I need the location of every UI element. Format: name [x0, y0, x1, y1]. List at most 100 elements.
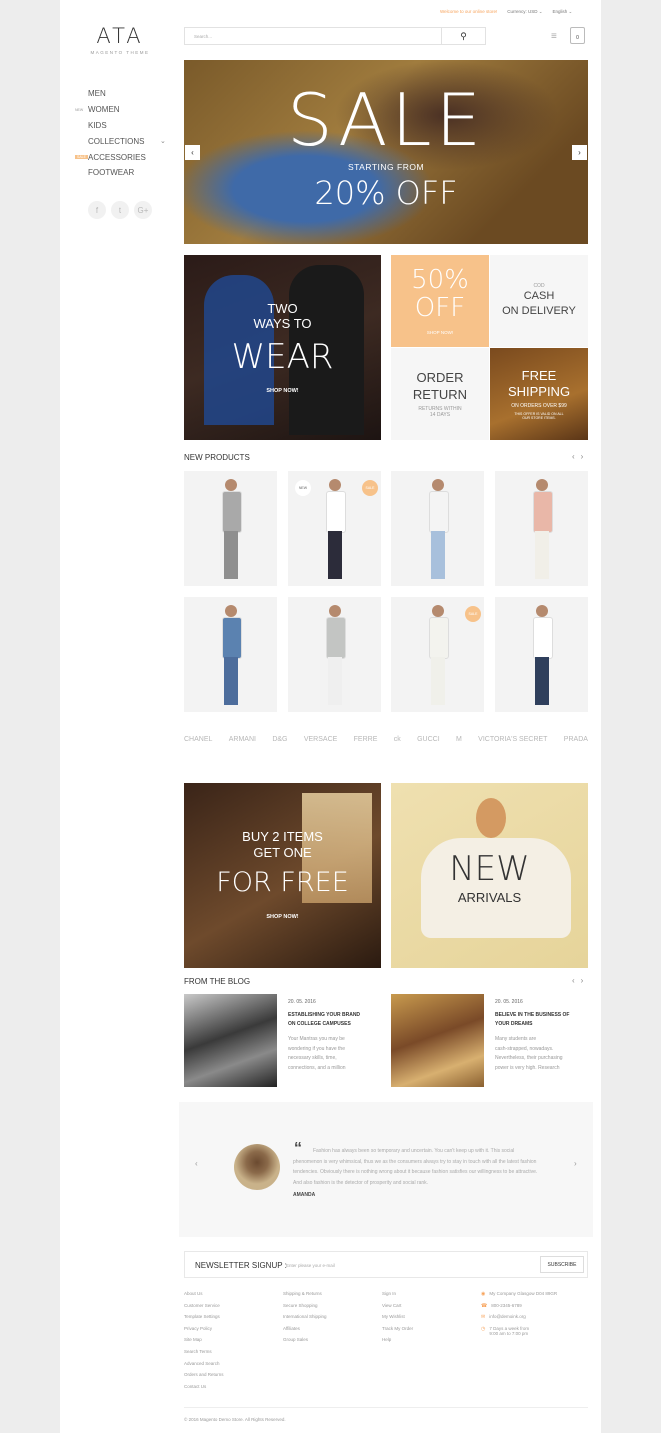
footer-link[interactable]: Orders and Returns	[184, 1372, 224, 1384]
chevron-right-icon[interactable]: ›	[574, 1159, 577, 1168]
tile-title: 50% OFF	[411, 265, 469, 323]
footer-link[interactable]: Shipping & Returns	[283, 1291, 327, 1303]
brand-logo[interactable]: VICTORIA'S SECRET	[478, 736, 547, 743]
brand-logo[interactable]: GUCCI	[417, 736, 440, 743]
avatar	[234, 1144, 280, 1190]
footer-link[interactable]: Contact Us	[184, 1384, 224, 1396]
twitter-icon[interactable]: t	[111, 201, 129, 219]
brand-logo[interactable]: FERRE	[354, 736, 378, 743]
footer-link[interactable]: Track My Order	[382, 1326, 413, 1338]
promo-title: FOR FREE	[216, 867, 349, 898]
chevron-right-icon[interactable]: ›	[581, 452, 590, 461]
product-card[interactable]	[184, 471, 277, 586]
email-field[interactable]: Enter please your e-mail	[286, 1263, 335, 1268]
cart-icon[interactable]: 0	[570, 27, 585, 44]
footer-link[interactable]: Affiliates	[283, 1326, 327, 1338]
brand-logo[interactable]: ARMANI	[229, 736, 256, 743]
nav-item-men[interactable]: MEN	[88, 86, 146, 102]
footer-column: About Us Customer Service Template Setting…	[184, 1291, 224, 1395]
footer-link[interactable]: Group Sales	[283, 1337, 327, 1349]
cart-count: 0	[576, 35, 579, 41]
language-switcher[interactable]: English ⌄	[553, 9, 573, 15]
footer-link[interactable]: Search Terms	[184, 1349, 224, 1361]
product-card[interactable]: SALE	[391, 597, 484, 712]
nav-item-women[interactable]: NEW WOMEN	[75, 102, 146, 118]
carousel-arrows[interactable]: ‹›	[572, 976, 589, 985]
brand-logo[interactable]: ck	[394, 736, 401, 743]
footer-link[interactable]: Template Settings	[184, 1314, 224, 1326]
footer-link[interactable]: My Wishlist	[382, 1314, 413, 1326]
logo[interactable]: ATA	[85, 24, 155, 48]
chevron-left-icon[interactable]: ‹	[195, 1159, 198, 1168]
search-button[interactable]: ⚲	[441, 28, 485, 44]
nav-item-kids[interactable]: KIDS	[88, 118, 146, 134]
nav-item-footwear[interactable]: FOOTWEAR	[88, 165, 146, 181]
blog-excerpt: Your Mantras you may be wondering if you …	[288, 1036, 346, 1071]
product-image	[429, 605, 449, 705]
nav-item-accessories[interactable]: SALE ACCESSORIES	[75, 149, 146, 165]
google-plus-icon[interactable]: G+	[134, 201, 152, 219]
currency-switcher[interactable]: Currency: USD ⌄	[507, 9, 542, 15]
promo-new-arrivals[interactable]: NEW ARRIVALS	[391, 783, 588, 968]
product-card[interactable]: NEW SALE	[288, 471, 381, 586]
chevron-left-icon[interactable]: ‹	[572, 976, 581, 985]
product-image	[533, 479, 553, 579]
nav-item-collections[interactable]: COLLECTIONS ⌄	[88, 133, 166, 149]
sale-badge: SALE	[75, 155, 88, 160]
product-card[interactable]	[495, 597, 588, 712]
promo-two-ways[interactable]: TWO WAYS TO WEAR SHOP NOW!	[184, 255, 381, 440]
footer-link[interactable]: International Shipping	[283, 1314, 327, 1326]
promo-buy-2[interactable]: BUY 2 ITEMS GET ONE FOR FREE SHOP NOW!	[184, 783, 381, 968]
product-card[interactable]	[495, 471, 588, 586]
clock-icon: ◷	[481, 1325, 486, 1332]
menu-icon[interactable]: ≡	[551, 31, 557, 42]
shop-now-link[interactable]: SHOP NOW!	[184, 388, 381, 394]
footer-link[interactable]: Secure Shopping	[283, 1303, 327, 1315]
blog-image[interactable]	[391, 994, 484, 1087]
shop-now-link[interactable]: SHOP NOW!	[427, 330, 453, 335]
blog-title[interactable]: BELIEVE IN THE BUSINESS OF YOUR DREAMS	[495, 1011, 588, 1029]
tile-order-return[interactable]: ORDER RETURN RETURNS WITHIN 14 DAYS	[391, 348, 489, 440]
brand-logo[interactable]: PRADA	[564, 736, 588, 743]
slider-prev-button[interactable]: ‹	[185, 145, 200, 160]
product-image	[222, 605, 242, 705]
chevron-down-icon[interactable]: ⌄	[160, 137, 166, 145]
brand-logo[interactable]: M	[456, 736, 462, 743]
blog-title[interactable]: ESTABLISHING YOUR BRAND ON COLLEGE CAMPUS…	[288, 1011, 378, 1029]
hero-title: SALE	[287, 78, 485, 162]
footer-link[interactable]: Help	[382, 1337, 413, 1349]
shop-now-link[interactable]: SHOP NOW!	[184, 914, 381, 920]
nav-label: MEN	[88, 89, 106, 99]
blog-image[interactable]	[184, 994, 277, 1087]
brand-logo[interactable]: D&G	[272, 736, 287, 743]
footer-link[interactable]: About Us	[184, 1291, 224, 1303]
carousel-arrows[interactable]: ‹›	[572, 452, 589, 461]
footer-link[interactable]: Site Map	[184, 1337, 224, 1349]
contact-email[interactable]: info@demoink.org	[489, 1314, 526, 1319]
hero-banner[interactable]: SALE STARTING FROM 20% OFF ‹ ›	[184, 60, 588, 244]
tile-subtitle: ON ORDERS OVER $99	[511, 402, 567, 409]
tile-50-off[interactable]: 50% OFF SHOP NOW!	[391, 255, 489, 347]
main-nav: MEN NEW WOMEN KIDS COLLECTIONS ⌄ SALE ACCES…	[75, 86, 166, 181]
brand-logo[interactable]: CHANEL	[184, 736, 212, 743]
footer-link[interactable]: Sign In	[382, 1291, 413, 1303]
brand-logo[interactable]: VERSACE	[304, 736, 337, 743]
slider-next-button[interactable]: ›	[572, 145, 587, 160]
product-card[interactable]	[184, 597, 277, 712]
chevron-right-icon[interactable]: ›	[581, 976, 590, 985]
footer-link[interactable]: Customer Service	[184, 1303, 224, 1315]
product-card[interactable]	[391, 471, 484, 586]
facebook-icon[interactable]: f	[88, 201, 106, 219]
search-input[interactable]: Search...	[194, 34, 212, 39]
model-image	[476, 798, 506, 838]
tile-subtitle: RETURNS WITHIN 14 DAYS	[418, 406, 462, 419]
tile-cod[interactable]: COD CASH ON DELIVERY	[490, 255, 588, 347]
footer-link[interactable]: Privacy Policy	[184, 1326, 224, 1338]
subscribe-button[interactable]: SUBSCRIBE	[540, 1256, 584, 1273]
sale-badge: SALE	[362, 480, 378, 496]
chevron-left-icon[interactable]: ‹	[572, 452, 581, 461]
footer-link[interactable]: Advanced Search	[184, 1361, 224, 1373]
footer-link[interactable]: View Cart	[382, 1303, 413, 1315]
tile-free-shipping[interactable]: FREE SHIPPING ON ORDERS OVER $99 THIS OFF…	[490, 348, 588, 440]
product-card[interactable]	[288, 597, 381, 712]
